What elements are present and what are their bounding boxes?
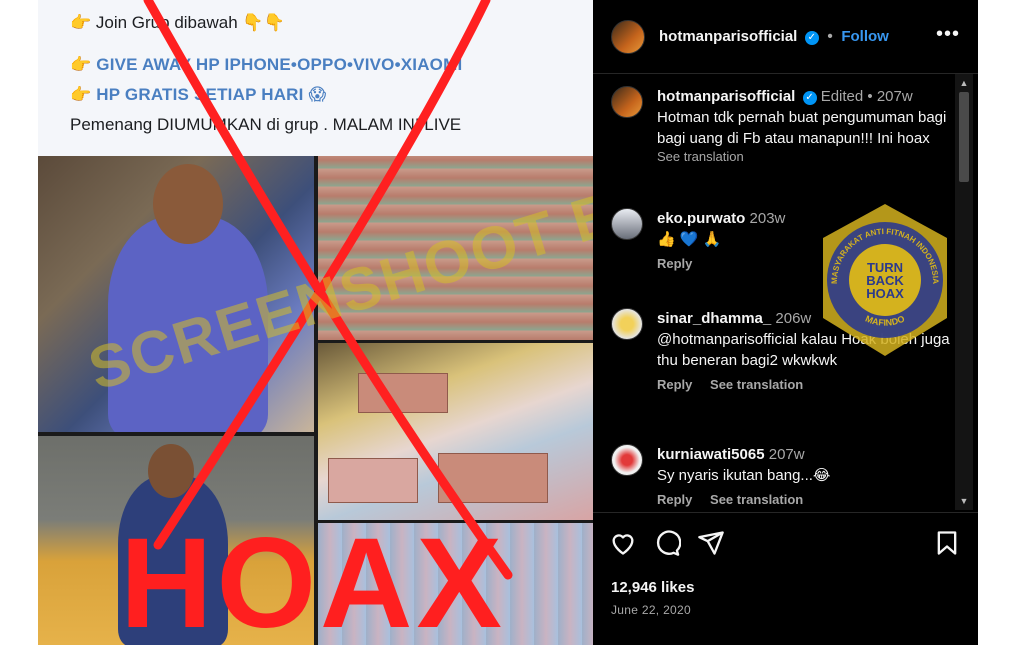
comment-text: Sy nyaris ikutan bang...😂 bbox=[657, 467, 831, 484]
caption-body: hotmanparisofficial ✓ Edited • 207w Hotm… bbox=[657, 86, 957, 164]
header-user-row: hotmanparisofficial ✓ • Follow bbox=[659, 28, 889, 46]
comment-avatar[interactable] bbox=[611, 308, 643, 340]
comments-scrollbar[interactable]: ▲ ▼ bbox=[955, 74, 973, 510]
hoax-stamp: HOAX bbox=[120, 512, 506, 645]
comment-avatar[interactable] bbox=[611, 208, 643, 240]
verified-badge-icon: ✓ bbox=[802, 91, 817, 105]
see-translation-button[interactable]: See translation bbox=[710, 377, 803, 392]
separator-dot: • bbox=[827, 28, 833, 45]
like-heart-icon[interactable] bbox=[609, 529, 637, 557]
post-header: hotmanparisofficial ✓ • Follow ••• bbox=[593, 0, 978, 74]
comment-username[interactable]: kurniawati5065 bbox=[657, 446, 765, 463]
screenshot-stage: 👉 Join Grup dibawah 👇👇 👉 GIVE AWAY HP IP… bbox=[0, 0, 1024, 645]
header-username[interactable]: hotmanparisofficial bbox=[659, 28, 797, 45]
caption-time[interactable]: 207w bbox=[877, 88, 913, 105]
comment-actions: Reply See translation bbox=[657, 492, 957, 507]
scrollbar-thumb[interactable] bbox=[959, 92, 969, 182]
comment-username[interactable]: eko.purwato bbox=[657, 210, 745, 227]
caption-avatar[interactable] bbox=[611, 86, 643, 118]
comment-body: kurniawati5065 207w Sy nyaris ikutan ban… bbox=[657, 444, 957, 507]
caption-meta: hotmanparisofficial ✓ Edited • 207w bbox=[657, 86, 957, 107]
post-date[interactable]: June 22, 2020 bbox=[611, 603, 691, 617]
verified-badge-icon: ✓ bbox=[804, 31, 819, 45]
post-image[interactable]: 👉 Join Grup dibawah 👇👇 👉 GIVE AWAY HP IP… bbox=[38, 0, 593, 645]
comment-item: kurniawati5065 207w Sy nyaris ikutan ban… bbox=[611, 444, 973, 514]
save-bookmark-icon[interactable] bbox=[933, 529, 961, 557]
comment-bubble-icon[interactable] bbox=[653, 529, 681, 557]
more-options-icon[interactable]: ••• bbox=[936, 24, 960, 44]
comment-time[interactable]: 203w bbox=[750, 210, 786, 227]
follow-button[interactable]: Follow bbox=[841, 28, 889, 45]
caption-text: Hotman tdk pernah buat pengumuman bagi b… bbox=[657, 109, 947, 147]
edited-label: Edited bbox=[820, 88, 864, 105]
see-translation-button[interactable]: See translation bbox=[710, 492, 803, 507]
comment-username[interactable]: sinar_dhamma_ bbox=[657, 310, 771, 327]
comment-actions: Reply See translation bbox=[657, 377, 957, 392]
reply-button[interactable]: Reply bbox=[657, 377, 692, 392]
caption-see-translation[interactable]: See translation bbox=[657, 149, 957, 164]
comment-time[interactable]: 207w bbox=[769, 446, 805, 463]
caption-username[interactable]: hotmanparisofficial bbox=[657, 88, 795, 105]
scroll-down-arrow-icon[interactable]: ▼ bbox=[959, 496, 969, 506]
comment-meta: kurniawati5065 207w bbox=[657, 444, 957, 465]
share-send-icon[interactable] bbox=[697, 529, 725, 557]
caption: hotmanparisofficial ✓ Edited • 207w Hotm… bbox=[611, 86, 951, 196]
reply-button[interactable]: Reply bbox=[657, 492, 692, 507]
comment-avatar[interactable] bbox=[611, 444, 643, 476]
profile-avatar[interactable] bbox=[611, 20, 645, 54]
turnbackhoax-badge-logo: MASYARAKAT ANTI FITNAH INDONESIA MAFINDO… bbox=[823, 204, 947, 356]
likes-count[interactable]: 12,946 likes bbox=[611, 579, 694, 596]
separator-dot: • bbox=[867, 88, 877, 105]
badge-line-hoax: HOAX bbox=[866, 286, 904, 301]
comment-time[interactable]: 206w bbox=[775, 310, 811, 327]
post-actions: 12,946 likes June 22, 2020 bbox=[593, 512, 978, 645]
reply-button[interactable]: Reply bbox=[657, 256, 692, 271]
scroll-up-arrow-icon[interactable]: ▲ bbox=[959, 78, 969, 88]
